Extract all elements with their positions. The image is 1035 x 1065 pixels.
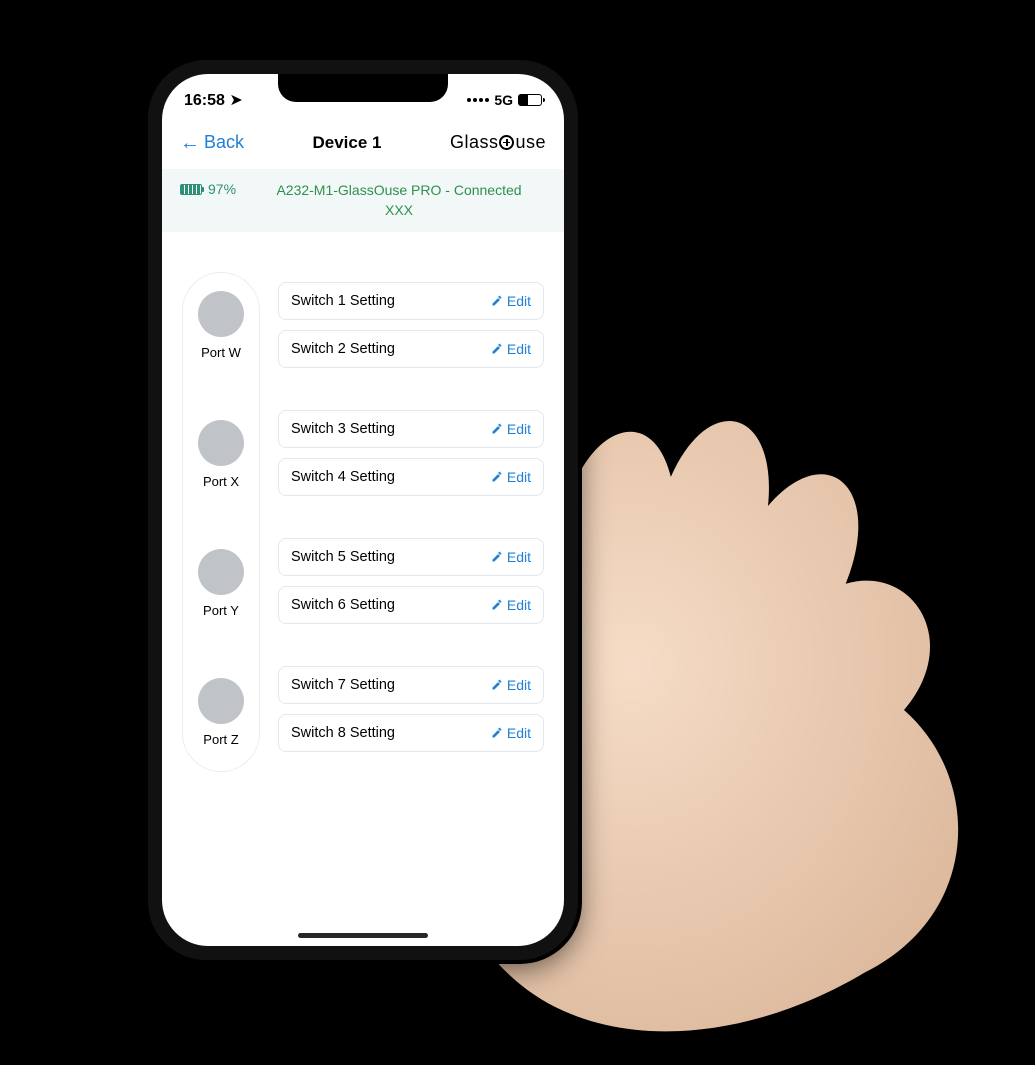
switch-group: Switch 7 Setting Edit Switch 8 Setting E… [278, 666, 544, 752]
phone-frame: 16:58 ➤ 5G ← Back Device 1 Glass use [148, 60, 578, 960]
port-indicator-icon [198, 549, 244, 595]
switch-group: Switch 3 Setting Edit Switch 4 Setting E… [278, 410, 544, 496]
edit-label: Edit [507, 549, 531, 565]
switch-row[interactable]: Switch 7 Setting Edit [278, 666, 544, 704]
switch-row[interactable]: Switch 3 Setting Edit [278, 410, 544, 448]
port-z[interactable]: Port Z [198, 678, 244, 747]
back-label: Back [204, 132, 244, 153]
switch-row[interactable]: Switch 2 Setting Edit [278, 330, 544, 368]
switch-label: Switch 7 Setting [291, 677, 395, 693]
edit-label: Edit [507, 293, 531, 309]
edit-button[interactable]: Edit [491, 421, 531, 437]
device-conn-line1: A232-M1-GlassOuse PRO - Connected [252, 181, 546, 201]
network-label: 5G [494, 92, 513, 108]
pencil-icon [491, 679, 503, 691]
pencil-icon [491, 471, 503, 483]
edit-label: Edit [507, 597, 531, 613]
switch-group: Switch 1 Setting Edit Switch 2 Setting E… [278, 282, 544, 368]
pencil-icon [491, 551, 503, 563]
switch-label: Switch 1 Setting [291, 293, 395, 309]
edit-label: Edit [507, 725, 531, 741]
switch-row[interactable]: Switch 6 Setting Edit [278, 586, 544, 624]
switch-row[interactable]: Switch 5 Setting Edit [278, 538, 544, 576]
port-label: Port X [203, 474, 239, 489]
brand-logo: Glass use [450, 132, 546, 153]
edit-label: Edit [507, 421, 531, 437]
main-content: Port W Port X Port Y Port Z [162, 232, 564, 802]
device-battery-label: 97% [208, 181, 236, 197]
edit-button[interactable]: Edit [491, 549, 531, 565]
screen: 16:58 ➤ 5G ← Back Device 1 Glass use [162, 74, 564, 946]
device-battery-icon [180, 184, 202, 195]
switch-label: Switch 8 Setting [291, 725, 395, 741]
port-label: Port W [201, 345, 241, 360]
port-w[interactable]: Port W [198, 291, 244, 360]
brand-post: use [515, 132, 546, 153]
ports-rail: Port W Port X Port Y Port Z [182, 272, 260, 772]
notch [278, 74, 448, 102]
edit-button[interactable]: Edit [491, 293, 531, 309]
device-status-banner: 97% A232-M1-GlassOuse PRO - Connected XX… [162, 169, 564, 232]
home-indicator[interactable] [298, 933, 428, 938]
edit-button[interactable]: Edit [491, 469, 531, 485]
signal-icon [467, 98, 489, 102]
switch-label: Switch 4 Setting [291, 469, 395, 485]
switch-row[interactable]: Switch 4 Setting Edit [278, 458, 544, 496]
brand-o-icon [499, 135, 514, 150]
page-title: Device 1 [312, 133, 381, 153]
edit-label: Edit [507, 677, 531, 693]
port-label: Port Z [203, 732, 238, 747]
back-arrow-icon: ← [180, 133, 200, 153]
switch-row[interactable]: Switch 8 Setting Edit [278, 714, 544, 752]
battery-icon [518, 94, 542, 106]
port-indicator-icon [198, 420, 244, 466]
back-button[interactable]: ← Back [180, 132, 244, 153]
pencil-icon [491, 727, 503, 739]
switch-label: Switch 5 Setting [291, 549, 395, 565]
device-conn-line2: XXX [252, 201, 546, 221]
port-indicator-icon [198, 291, 244, 337]
pencil-icon [491, 295, 503, 307]
switch-row[interactable]: Switch 1 Setting Edit [278, 282, 544, 320]
device-battery: 97% [180, 181, 236, 197]
edit-label: Edit [507, 341, 531, 357]
time-label: 16:58 [184, 92, 225, 109]
pencil-icon [491, 599, 503, 611]
switch-label: Switch 6 Setting [291, 597, 395, 613]
pencil-icon [491, 343, 503, 355]
port-indicator-icon [198, 678, 244, 724]
switch-settings-column: Switch 1 Setting Edit Switch 2 Setting E… [278, 272, 544, 772]
edit-button[interactable]: Edit [491, 677, 531, 693]
switch-group: Switch 5 Setting Edit Switch 6 Setting E… [278, 538, 544, 624]
status-time: 16:58 ➤ [184, 90, 243, 110]
edit-label: Edit [507, 469, 531, 485]
port-y[interactable]: Port Y [198, 549, 244, 618]
location-icon: ➤ [229, 92, 242, 109]
port-x[interactable]: Port X [198, 420, 244, 489]
device-connection: A232-M1-GlassOuse PRO - Connected XXX [252, 181, 546, 220]
edit-button[interactable]: Edit [491, 725, 531, 741]
brand-pre: Glass [450, 132, 499, 153]
port-label: Port Y [203, 603, 239, 618]
switch-label: Switch 3 Setting [291, 421, 395, 437]
switch-label: Switch 2 Setting [291, 341, 395, 357]
edit-button[interactable]: Edit [491, 597, 531, 613]
edit-button[interactable]: Edit [491, 341, 531, 357]
pencil-icon [491, 423, 503, 435]
nav-header: ← Back Device 1 Glass use [162, 126, 564, 169]
